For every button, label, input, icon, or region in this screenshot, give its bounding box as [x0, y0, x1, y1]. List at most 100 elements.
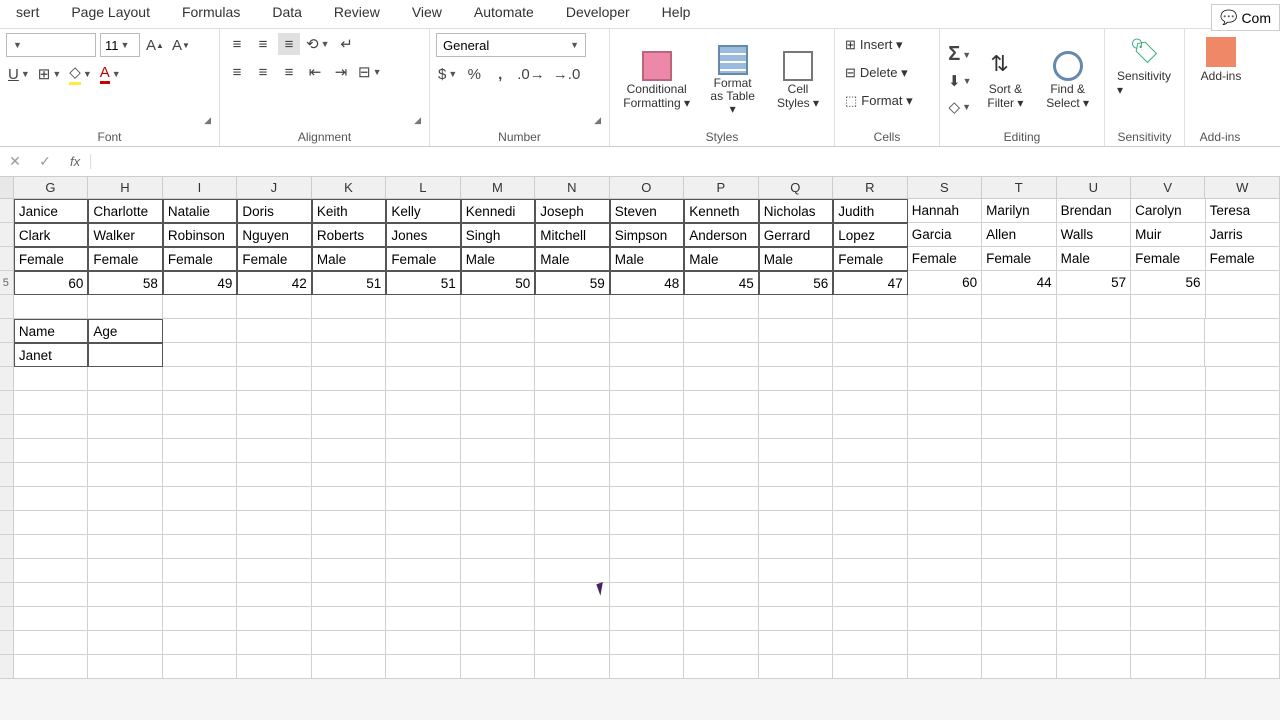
cell[interactable] [88, 631, 162, 655]
cell[interactable] [88, 463, 162, 487]
row-header[interactable] [0, 559, 14, 583]
cell[interactable] [1206, 295, 1280, 319]
autosum-icon[interactable]: Σ▼ [946, 44, 974, 66]
cell[interactable] [461, 631, 535, 655]
cell[interactable]: Walls [1057, 223, 1131, 247]
align-bottom-icon[interactable]: ≡ [278, 33, 300, 55]
cell[interactable] [833, 655, 907, 679]
cell[interactable] [1057, 415, 1131, 439]
font-dialog-launcher[interactable]: ◢ [204, 115, 211, 126]
cell[interactable] [1057, 535, 1131, 559]
row-header[interactable] [0, 343, 14, 367]
cell[interactable] [461, 439, 535, 463]
cell[interactable] [833, 319, 907, 343]
col-header[interactable]: M [461, 177, 535, 198]
cell[interactable]: Garcia [908, 223, 982, 247]
increase-font-icon[interactable]: A▲ [144, 34, 166, 56]
cell[interactable] [461, 343, 535, 367]
cell[interactable] [14, 415, 88, 439]
cell[interactable] [759, 367, 833, 391]
cell[interactable]: 42 [237, 271, 311, 295]
cell[interactable] [14, 607, 88, 631]
cell[interactable] [535, 439, 609, 463]
comma-icon[interactable]: , [489, 63, 511, 85]
col-header[interactable]: S [908, 177, 982, 198]
cell[interactable]: Anderson [684, 223, 758, 247]
cell[interactable] [1131, 439, 1205, 463]
cell[interactable] [163, 583, 237, 607]
cell[interactable] [1131, 559, 1205, 583]
row-header[interactable] [0, 655, 14, 679]
increase-decimal-icon[interactable]: .0→ [515, 63, 547, 85]
cell[interactable] [1131, 583, 1205, 607]
cell[interactable] [535, 415, 609, 439]
cell[interactable] [312, 295, 386, 319]
align-center-icon[interactable]: ≡ [252, 61, 274, 83]
cell[interactable] [833, 583, 907, 607]
cell[interactable]: 51 [386, 271, 460, 295]
table-row[interactable]: Name Age [0, 319, 1280, 343]
cell[interactable] [386, 391, 460, 415]
table-row[interactable] [0, 511, 1280, 535]
cell[interactable]: 44 [982, 271, 1056, 295]
cell[interactable]: Male [312, 247, 386, 271]
cell[interactable]: Teresa [1206, 199, 1280, 223]
cell[interactable] [1206, 631, 1280, 655]
cell[interactable]: Male [535, 247, 609, 271]
cell[interactable] [982, 583, 1056, 607]
table-row[interactable] [0, 295, 1280, 319]
cell[interactable] [684, 583, 758, 607]
table-row[interactable]: 5 60 58 49 42 51 51 50 59 48 45 56 47 60… [0, 271, 1280, 295]
cell[interactable] [908, 343, 982, 367]
row-header[interactable]: 5 [0, 271, 14, 295]
cell[interactable]: 56 [759, 271, 833, 295]
table-row[interactable]: Janet [0, 343, 1280, 367]
sensitivity-button[interactable]: 🏷 Sensitivity ▾ [1111, 33, 1178, 101]
wrap-text-icon[interactable]: ↵ [336, 33, 358, 55]
cell[interactable] [610, 487, 684, 511]
cell[interactable] [1131, 343, 1205, 367]
cell[interactable] [684, 607, 758, 631]
cell[interactable] [908, 583, 982, 607]
cell[interactable] [386, 415, 460, 439]
cell[interactable] [535, 295, 609, 319]
cell[interactable] [759, 487, 833, 511]
cell[interactable]: 48 [610, 271, 684, 295]
row-header[interactable] [0, 607, 14, 631]
cell[interactable] [386, 655, 460, 679]
cell[interactable] [386, 607, 460, 631]
cell[interactable] [14, 655, 88, 679]
cell[interactable] [833, 535, 907, 559]
cell[interactable]: Mitchell [535, 223, 609, 247]
cell[interactable] [461, 535, 535, 559]
cell[interactable] [88, 655, 162, 679]
cell[interactable] [684, 487, 758, 511]
cell[interactable] [312, 391, 386, 415]
cell[interactable] [535, 607, 609, 631]
cell[interactable] [535, 559, 609, 583]
cell[interactable] [1057, 511, 1131, 535]
cell[interactable] [1131, 655, 1205, 679]
tab-help[interactable]: Help [646, 0, 707, 28]
cell[interactable] [833, 367, 907, 391]
cell[interactable]: 56 [1131, 271, 1205, 295]
cell[interactable]: Walker [88, 223, 162, 247]
cell[interactable]: Male [461, 247, 535, 271]
cell[interactable] [535, 391, 609, 415]
cell[interactable]: Lopez [833, 223, 907, 247]
cell[interactable] [237, 655, 311, 679]
cell[interactable] [88, 367, 162, 391]
font-size-dropdown[interactable]: 11▼ [100, 33, 140, 57]
cell[interactable] [610, 655, 684, 679]
col-header[interactable]: J [237, 177, 311, 198]
cell[interactable] [982, 319, 1056, 343]
decrease-font-icon[interactable]: A▼ [170, 34, 192, 56]
cell[interactable] [312, 463, 386, 487]
cell[interactable] [759, 535, 833, 559]
cell[interactable] [1131, 319, 1205, 343]
cell[interactable] [1057, 607, 1131, 631]
col-header[interactable]: T [982, 177, 1056, 198]
cell[interactable] [684, 463, 758, 487]
cell[interactable] [610, 367, 684, 391]
cell[interactable] [461, 391, 535, 415]
